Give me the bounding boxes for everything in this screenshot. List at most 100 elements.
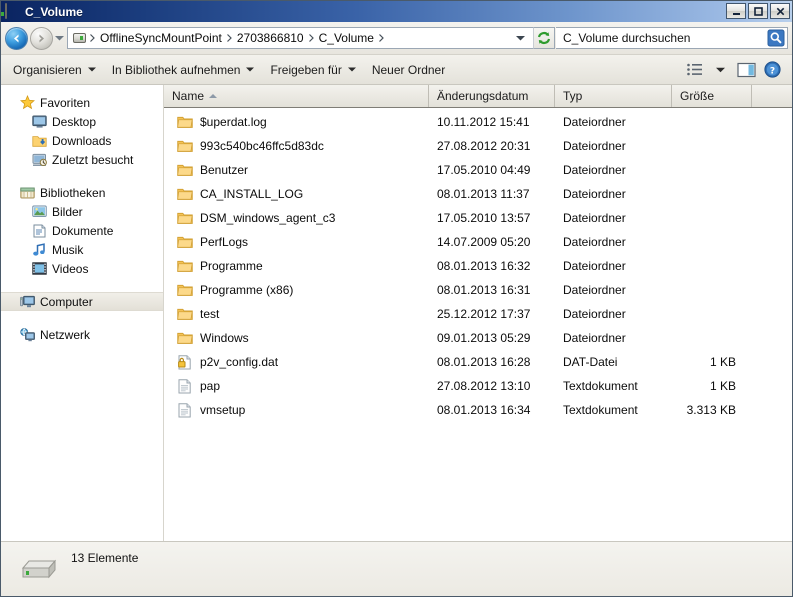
recent-locations-dropdown[interactable] bbox=[53, 27, 66, 49]
breadcrumb-chevron-icon[interactable] bbox=[225, 34, 234, 42]
file-name-cell[interactable]: test bbox=[164, 306, 429, 322]
change-view-icon[interactable] bbox=[682, 59, 706, 81]
address-dropdown-icon[interactable] bbox=[512, 33, 533, 43]
file-name-label: p2v_config.dat bbox=[200, 355, 279, 369]
table-row[interactable]: 993c540bc46ffc5d83dc 27.08.2012 20:31 Date… bbox=[164, 134, 792, 158]
sidebar-item-netzwerk[interactable]: Netzwerk bbox=[1, 325, 163, 344]
breadcrumb-chevron-icon[interactable] bbox=[377, 34, 386, 42]
table-row[interactable]: Windows 09.01.2013 05:29 Dateiordner bbox=[164, 326, 792, 350]
refresh-button[interactable] bbox=[533, 27, 555, 49]
breadcrumb-chevron-icon[interactable] bbox=[88, 34, 97, 42]
breadcrumb-segment-2[interactable]: C_Volume bbox=[316, 31, 377, 45]
table-row[interactable]: CA_INSTALL_LOG 08.01.2013 11:37 Dateiordne… bbox=[164, 182, 792, 206]
file-type-cell: Dateiordner bbox=[563, 235, 626, 249]
sidebar-label: Downloads bbox=[52, 133, 112, 148]
search-input[interactable] bbox=[561, 29, 766, 47]
breadcrumb-chevron-icon[interactable] bbox=[307, 34, 316, 42]
file-name-cell[interactable]: Programme bbox=[164, 258, 429, 274]
file-type-cell: Textdokument bbox=[563, 379, 638, 393]
breadcrumb-segment-0[interactable]: OfflineSyncMountPoint bbox=[97, 31, 225, 45]
table-row[interactable]: Benutzer 17.05.2010 04:49 Dateiordner bbox=[164, 158, 792, 182]
file-size-cell: 3.313 KB bbox=[686, 403, 736, 417]
sidebar-item-computer[interactable]: Computer bbox=[1, 292, 163, 311]
file-date-cell: 17.05.2010 04:49 bbox=[437, 163, 531, 177]
table-row[interactable]: $uperdat.log 10.11.2012 15:41 Dateiordner bbox=[164, 110, 792, 134]
include-in-library-button[interactable]: In Bibliothek aufnehmen bbox=[104, 59, 263, 81]
explorer-window: C_Volume OfflineSyncMountPoint 270386681… bbox=[0, 0, 793, 597]
drive-icon bbox=[17, 550, 61, 588]
sidebar-label: Desktop bbox=[52, 114, 97, 129]
file-name-cell[interactable]: pap bbox=[164, 378, 429, 394]
sidebar-item-videos[interactable]: Videos bbox=[1, 259, 163, 278]
table-row[interactable]: pap 27.08.2012 13:10 Textdokument 1 KB bbox=[164, 374, 792, 398]
maximize-button[interactable] bbox=[748, 3, 768, 19]
view-dropdown-icon[interactable] bbox=[708, 59, 732, 81]
breadcrumb-segment-1[interactable]: 2703866810 bbox=[234, 31, 307, 45]
file-name-cell[interactable]: PerfLogs bbox=[164, 234, 429, 250]
sidebar-item-favoriten[interactable]: Favoriten bbox=[1, 93, 163, 112]
file-name-cell[interactable]: vmsetup bbox=[164, 402, 429, 418]
sidebar-item-bilder[interactable]: Bilder bbox=[1, 202, 163, 221]
search-box[interactable] bbox=[556, 27, 788, 49]
file-name-cell[interactable]: DSM_windows_agent_c3 bbox=[164, 210, 429, 226]
videos-icon bbox=[31, 261, 47, 277]
file-type-cell: DAT-Datei bbox=[563, 355, 618, 369]
nav-group-computer: Computer bbox=[1, 292, 163, 311]
file-name-cell[interactable]: p2v_config.dat bbox=[164, 354, 429, 370]
sidebar-item-musik[interactable]: Musik bbox=[1, 240, 163, 259]
file-name-label: DSM_windows_agent_c3 bbox=[200, 211, 336, 225]
table-row[interactable]: DSM_windows_agent_c3 17.05.2010 13:57 Date… bbox=[164, 206, 792, 230]
nav-group-network: Netzwerk bbox=[1, 325, 163, 344]
file-name-label: 993c540bc46ffc5d83dc bbox=[200, 139, 324, 153]
file-name-cell[interactable]: Windows bbox=[164, 330, 429, 346]
file-name-cell[interactable]: 993c540bc46ffc5d83dc bbox=[164, 138, 429, 154]
share-with-button[interactable]: Freigeben für bbox=[262, 59, 363, 81]
table-row[interactable]: p2v_config.dat 08.01.2013 16:28 DAT-Datei 1… bbox=[164, 350, 792, 374]
chevron-down-icon bbox=[347, 65, 356, 74]
file-name-label: Windows bbox=[200, 331, 249, 345]
table-row[interactable]: PerfLogs 14.07.2009 05:20 Dateiordner bbox=[164, 230, 792, 254]
breadcrumb[interactable]: OfflineSyncMountPoint 2703866810 C_Volum… bbox=[67, 27, 533, 49]
file-name-cell[interactable]: CA_INSTALL_LOG bbox=[164, 186, 429, 202]
sidebar-item-desktop[interactable]: Desktop bbox=[1, 112, 163, 131]
column-header-name[interactable]: Name bbox=[164, 85, 429, 107]
table-row[interactable]: Programme (x86) 08.01.2013 16:31 Dateiordn… bbox=[164, 278, 792, 302]
forward-button[interactable] bbox=[30, 26, 53, 50]
file-date-cell: 25.12.2012 17:37 bbox=[437, 307, 531, 321]
nav-group-favorites: Favoriten Desktop Downloads Zuletzt besu… bbox=[1, 93, 163, 169]
column-header-date[interactable]: Änderungsdatum bbox=[429, 85, 555, 107]
command-bar: Organisieren In Bibliothek aufnehmen Fre… bbox=[1, 55, 792, 85]
sidebar-item-downloads[interactable]: Downloads bbox=[1, 131, 163, 150]
status-bar: 13 Elemente bbox=[1, 541, 792, 596]
help-icon[interactable]: ? bbox=[760, 59, 784, 81]
file-type-cell: Dateiordner bbox=[563, 187, 626, 201]
search-icon[interactable] bbox=[766, 28, 786, 48]
minimize-button[interactable] bbox=[726, 3, 746, 19]
sidebar-item-bibliotheken[interactable]: Bibliotheken bbox=[1, 183, 163, 202]
back-button[interactable] bbox=[5, 26, 28, 50]
preview-pane-icon[interactable] bbox=[734, 59, 758, 81]
sidebar-item-dokumente[interactable]: Dokumente bbox=[1, 221, 163, 240]
organize-button[interactable]: Organisieren bbox=[5, 59, 104, 81]
file-name-cell[interactable]: $uperdat.log bbox=[164, 114, 429, 130]
column-header-filler[interactable] bbox=[752, 85, 792, 107]
file-name-cell[interactable]: Programme (x86) bbox=[164, 282, 429, 298]
file-name-cell[interactable]: Benutzer bbox=[164, 162, 429, 178]
table-row[interactable]: test 25.12.2012 17:37 Dateiordner bbox=[164, 302, 792, 326]
sidebar-item-zuletzt-besucht[interactable]: Zuletzt besucht bbox=[1, 150, 163, 169]
column-header-size[interactable]: Größe bbox=[672, 85, 752, 107]
new-folder-button[interactable]: Neuer Ordner bbox=[364, 59, 453, 81]
column-header-type[interactable]: Typ bbox=[555, 85, 672, 107]
documents-icon bbox=[31, 223, 47, 239]
close-button[interactable] bbox=[770, 3, 790, 19]
folder-icon bbox=[177, 186, 193, 202]
sort-ascending-icon bbox=[209, 94, 218, 98]
file-list-pane: Name Änderungsdatum Typ Größe $uperdat.l… bbox=[164, 85, 792, 541]
status-text: 13 Elemente bbox=[71, 551, 139, 565]
table-row[interactable]: vmsetup 08.01.2013 16:34 Textdokument 3.313… bbox=[164, 398, 792, 422]
file-type-cell: Dateiordner bbox=[563, 259, 626, 273]
table-row[interactable]: Programme 08.01.2013 16:32 Dateiordner bbox=[164, 254, 792, 278]
title-bar[interactable]: C_Volume bbox=[1, 1, 792, 22]
